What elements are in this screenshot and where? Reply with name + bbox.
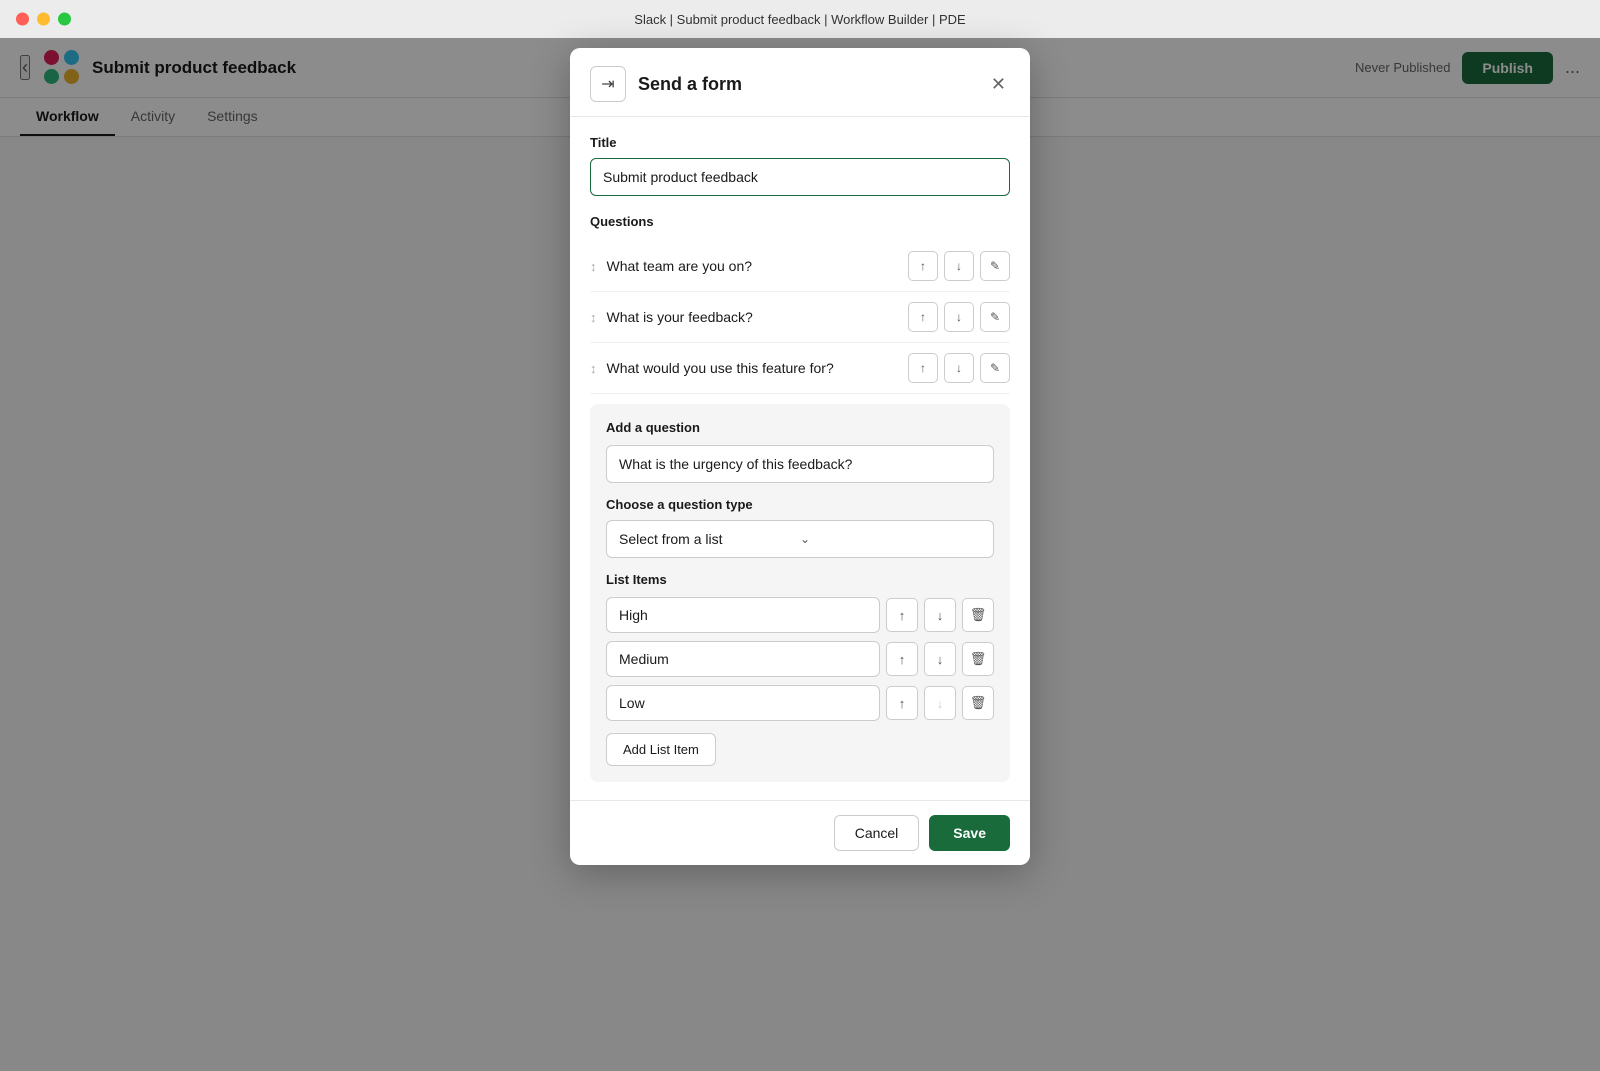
list-item-input[interactable] — [606, 685, 880, 721]
modal-dialog: ⇥ Send a form ✕ Title Questions ↕ What t… — [570, 48, 1030, 865]
list-item-delete-button[interactable]: 🗑 — [962, 642, 994, 676]
question-controls: ↑ ↓ ✎ — [908, 251, 1010, 281]
question-type-dropdown[interactable]: Select from a list ⌄ — [606, 520, 994, 558]
move-up-button[interactable]: ↑ — [908, 353, 938, 383]
edit-question-button[interactable]: ✎ — [980, 251, 1010, 281]
list-item-input[interactable] — [606, 641, 880, 677]
list-item-up-button[interactable]: ↑ — [886, 598, 918, 632]
modal-form-icon: ⇥ — [590, 66, 626, 102]
list-item-delete-button[interactable]: 🗑 — [962, 598, 994, 632]
modal-header: ⇥ Send a form ✕ — [570, 48, 1030, 117]
select-value: Select from a list — [619, 531, 800, 547]
question-controls: ↑ ↓ ✎ — [908, 353, 1010, 383]
minimize-window-btn[interactable] — [37, 13, 50, 26]
question-type-label: Choose a question type — [606, 497, 994, 512]
modal-close-button[interactable]: ✕ — [987, 70, 1010, 99]
question-item: ↕ What would you use this feature for? ↑… — [590, 343, 1010, 394]
question-text: What team are you on? — [607, 258, 909, 274]
list-item-row: ↑ ↓ 🗑 — [606, 641, 994, 677]
question-item: ↕ What team are you on? ↑ ↓ ✎ — [590, 241, 1010, 292]
list-items-label: List Items — [606, 572, 994, 587]
modal-body: Title Questions ↕ What team are you on? … — [570, 117, 1030, 800]
question-text: What would you use this feature for? — [607, 360, 909, 376]
drag-handle-icon: ↕ — [590, 361, 597, 376]
window-title: Slack | Submit product feedback | Workfl… — [634, 12, 965, 27]
add-question-section: Add a question Choose a question type Se… — [590, 404, 1010, 782]
modal-overlay: ⇥ Send a form ✕ Title Questions ↕ What t… — [0, 38, 1600, 1071]
list-item-down-button[interactable]: ↓ — [924, 642, 956, 676]
list-item-row: ↑ ↓ 🗑 — [606, 597, 994, 633]
edit-question-button[interactable]: ✎ — [980, 353, 1010, 383]
drag-handle-icon: ↕ — [590, 259, 597, 274]
list-item-input[interactable] — [606, 597, 880, 633]
question-item: ↕ What is your feedback? ↑ ↓ ✎ — [590, 292, 1010, 343]
question-controls: ↑ ↓ ✎ — [908, 302, 1010, 332]
question-text: What is your feedback? — [607, 309, 909, 325]
move-down-button[interactable]: ↓ — [944, 353, 974, 383]
list-item-up-button[interactable]: ↑ — [886, 642, 918, 676]
questions-label: Questions — [590, 214, 1010, 229]
list-item-delete-button[interactable]: 🗑 — [962, 686, 994, 720]
move-up-button[interactable]: ↑ — [908, 251, 938, 281]
modal-title: Send a form — [638, 74, 987, 95]
chevron-down-icon: ⌄ — [800, 532, 981, 546]
move-up-button[interactable]: ↑ — [908, 302, 938, 332]
title-bar: Slack | Submit product feedback | Workfl… — [0, 0, 1600, 38]
title-field-label: Title — [590, 135, 1010, 150]
app-container: ‹ Submit product feedback Never Publishe… — [0, 38, 1600, 1071]
move-down-button[interactable]: ↓ — [944, 251, 974, 281]
edit-question-button[interactable]: ✎ — [980, 302, 1010, 332]
save-button[interactable]: Save — [929, 815, 1010, 851]
list-item-down-button[interactable]: ↓ — [924, 686, 956, 720]
fullscreen-window-btn[interactable] — [58, 13, 71, 26]
form-title-input[interactable] — [590, 158, 1010, 196]
add-question-label: Add a question — [606, 420, 994, 435]
cancel-button[interactable]: Cancel — [834, 815, 920, 851]
list-item-down-button[interactable]: ↓ — [924, 598, 956, 632]
new-question-input[interactable] — [606, 445, 994, 483]
add-list-item-button[interactable]: Add List Item — [606, 733, 716, 766]
list-item-row: ↑ ↓ 🗑 — [606, 685, 994, 721]
form-icon: ⇥ — [601, 74, 614, 94]
move-down-button[interactable]: ↓ — [944, 302, 974, 332]
traffic-lights — [16, 13, 71, 26]
list-item-up-button[interactable]: ↑ — [886, 686, 918, 720]
modal-footer: Cancel Save — [570, 800, 1030, 865]
close-window-btn[interactable] — [16, 13, 29, 26]
drag-handle-icon: ↕ — [590, 310, 597, 325]
